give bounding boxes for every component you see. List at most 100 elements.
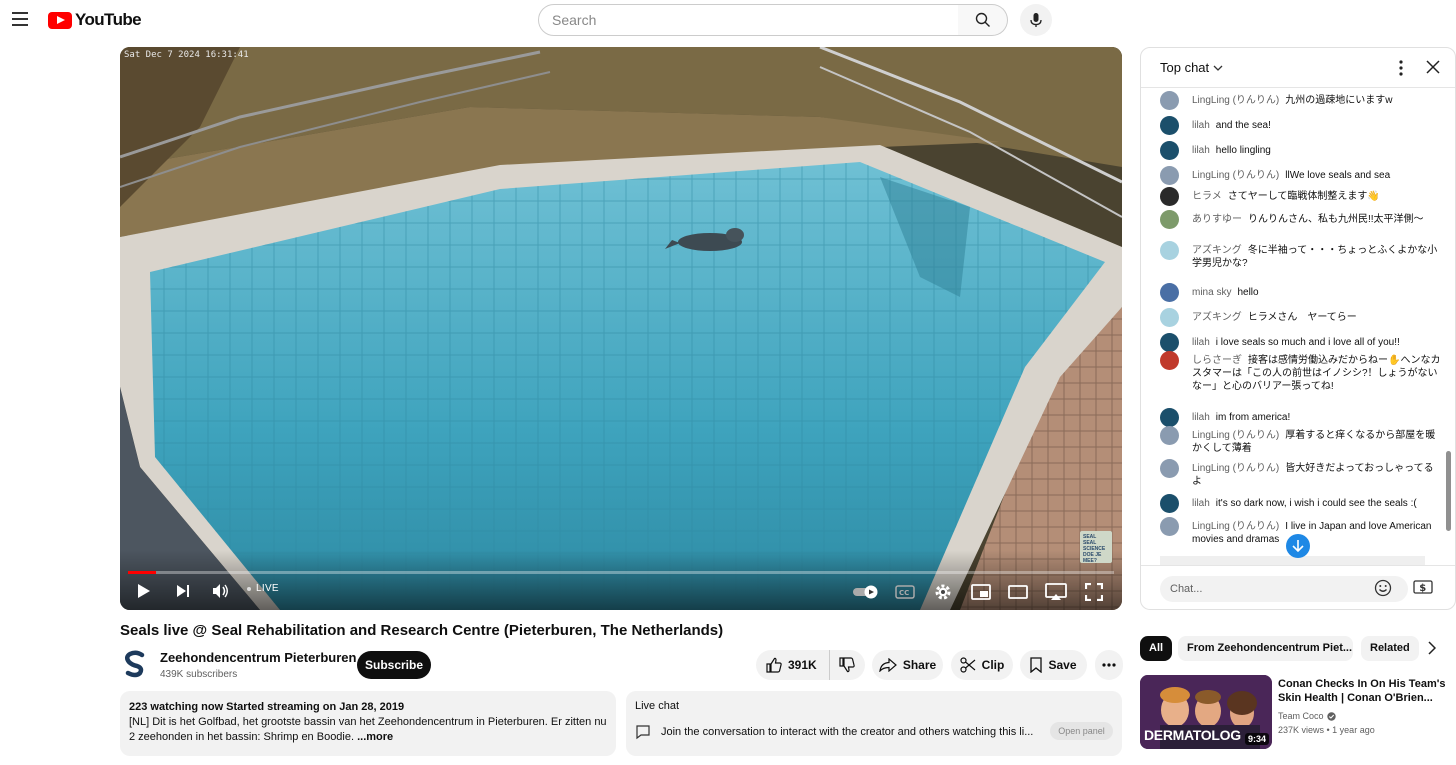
chat-message-body: lilah hello lingling <box>1192 144 1442 157</box>
super-chat-button[interactable]: $ <box>1413 579 1433 600</box>
chat-author-avatar[interactable] <box>1160 426 1179 445</box>
chat-author-avatar[interactable] <box>1160 351 1179 370</box>
video-player[interactable]: Sat Dec 7 2024 16:31:41 SEAL SEAL SCIENC… <box>120 47 1122 610</box>
chat-author-name[interactable]: アズキング <box>1192 245 1242 256</box>
chip-from-channel[interactable]: From Zeehondencentrum Piet... <box>1178 636 1353 661</box>
chat-menu-button[interactable] <box>1399 60 1403 81</box>
miniplayer-button[interactable] <box>971 584 991 600</box>
play-button[interactable] <box>137 583 151 599</box>
thumbs-down-icon <box>839 657 855 673</box>
share-button[interactable]: Share <box>872 650 943 680</box>
chat-input[interactable]: Chat... <box>1160 576 1408 602</box>
chat-message-body: lilah it's so dark now, i wish i could se… <box>1192 497 1442 510</box>
chat-author-avatar[interactable] <box>1160 408 1179 427</box>
chat-author-name[interactable]: lilah <box>1192 337 1210 348</box>
youtube-logo[interactable]: YouTube <box>48 10 142 30</box>
chat-author-avatar[interactable] <box>1160 517 1179 536</box>
chat-author-avatar[interactable] <box>1160 210 1179 229</box>
emoji-button[interactable] <box>1374 579 1392 602</box>
chat-author-name[interactable]: LingLing (りんりん) <box>1192 463 1279 474</box>
chat-author-name[interactable]: ヒラメ <box>1192 191 1222 202</box>
verified-icon <box>1326 711 1336 721</box>
recommendation-title[interactable]: Conan Checks In On His Team's Skin Healt… <box>1278 677 1450 705</box>
chip-all[interactable]: All <box>1140 636 1173 661</box>
emoji-icon <box>1374 579 1392 597</box>
channel-avatar[interactable] <box>120 649 150 679</box>
chat-author-avatar[interactable] <box>1160 241 1179 260</box>
chat-author-avatar[interactable] <box>1160 333 1179 352</box>
top-chat-label: Top chat <box>1160 60 1210 75</box>
chat-message-text: さてヤーして臨戦体制整えます👋 <box>1227 191 1380 202</box>
channel-watermark[interactable]: SEAL SEAL SCIENCE DOE JE MEE? <box>1080 531 1112 564</box>
clip-label: Clip <box>981 658 1005 672</box>
chat-header: Top chat <box>1141 48 1455 88</box>
top-chat-dropdown[interactable]: Top chat <box>1160 60 1223 75</box>
chat-author-avatar[interactable] <box>1160 166 1179 185</box>
chat-message-body: LingLing (りんりん) I live in Japan and love … <box>1192 520 1442 546</box>
captions-button[interactable]: CC <box>895 585 915 599</box>
like-dislike-group: 391K <box>756 650 865 680</box>
chat-author-name[interactable]: しらさーぎ <box>1192 355 1242 366</box>
chat-author-name[interactable]: LingLing (りんりん) <box>1192 170 1279 181</box>
chat-author-name[interactable]: アズキング <box>1192 312 1242 323</box>
chat-author-avatar[interactable] <box>1160 308 1179 327</box>
chat-author-name[interactable]: LingLing (りんりん) <box>1192 95 1279 106</box>
next-button[interactable] <box>176 584 190 598</box>
chat-author-avatar[interactable] <box>1160 141 1179 160</box>
recommendation-thumbnail[interactable]: DERMATOLOG 9:34 <box>1140 675 1272 749</box>
channel-name[interactable]: Zeehondencentrum Pieterburen <box>160 650 356 665</box>
search-input[interactable]: Search <box>538 4 959 36</box>
chat-author-avatar[interactable] <box>1160 459 1179 478</box>
chip-related[interactable]: Related <box>1361 636 1419 661</box>
open-panel-button[interactable]: Open panel <box>1050 722 1113 740</box>
chat-author-avatar[interactable] <box>1160 494 1179 513</box>
settings-button[interactable] <box>934 583 952 601</box>
autoplay-toggle[interactable] <box>852 585 880 599</box>
recommendation-channel[interactable]: Team Coco <box>1278 711 1336 721</box>
chat-author-name[interactable]: mina sky <box>1192 287 1231 298</box>
progress-bar[interactable] <box>128 571 1114 574</box>
menu-icon[interactable] <box>12 12 28 26</box>
voice-search-button[interactable] <box>1020 4 1052 36</box>
live-indicator[interactable]: LIVE <box>247 583 279 594</box>
like-button[interactable]: 391K <box>756 650 830 680</box>
chat-message-text: hello lingling <box>1215 145 1271 156</box>
chat-scrollbar[interactable] <box>1446 451 1451 531</box>
microphone-icon <box>1030 13 1042 27</box>
search-button[interactable] <box>958 4 1008 36</box>
cast-button[interactable] <box>1045 583 1067 601</box>
description-box[interactable]: 223 watching now Started streaming on Ja… <box>120 691 616 756</box>
chat-message-body: LingLing (りんりん) 厚着すると痒くなるから部屋を暖かくして薄着 <box>1192 429 1442 455</box>
chat-author-name[interactable]: LingLing (りんりん) <box>1192 430 1279 441</box>
chat-author-name[interactable]: lilah <box>1192 412 1210 423</box>
close-chat-button[interactable] <box>1425 59 1441 80</box>
chat-author-avatar[interactable] <box>1160 283 1179 302</box>
chips-next-button[interactable] <box>1428 641 1437 660</box>
chat-author-avatar[interactable] <box>1160 187 1179 206</box>
live-chat-card: Live chat Join the conversation to inter… <box>626 691 1122 756</box>
svg-text:$: $ <box>1419 583 1426 594</box>
chat-author-name[interactable]: LingLing (りんりん) <box>1192 521 1279 532</box>
play-icon <box>138 584 150 598</box>
chat-author-name[interactable]: lilah <box>1192 498 1210 509</box>
chat-message-body: LingLing (りんりん) 九州の過疎地にいますw <box>1192 94 1442 107</box>
bookmark-icon <box>1030 657 1043 673</box>
chat-author-avatar[interactable] <box>1160 91 1179 110</box>
theater-mode-button[interactable] <box>1008 585 1028 599</box>
chevron-right-icon <box>1428 641 1437 655</box>
chat-author-avatar[interactable] <box>1160 116 1179 135</box>
description-more-link[interactable]: ...more <box>357 731 393 743</box>
scroll-to-bottom-button[interactable] <box>1286 534 1310 558</box>
dislike-button[interactable] <box>830 650 864 680</box>
save-button[interactable]: Save <box>1020 650 1087 680</box>
live-label: LIVE <box>256 583 279 594</box>
fullscreen-button[interactable] <box>1085 583 1103 601</box>
more-actions-button[interactable] <box>1095 650 1123 680</box>
chat-author-name[interactable]: lilah <box>1192 145 1210 156</box>
chat-author-name[interactable]: lilah <box>1192 120 1210 131</box>
clip-button[interactable]: Clip <box>951 650 1013 680</box>
chat-author-name[interactable]: ありすゆー <box>1192 214 1242 225</box>
chat-message-body: LingLing (りんりん) 皆大好きだよっておっしゃってるよ <box>1192 462 1442 488</box>
volume-button[interactable] <box>212 583 229 599</box>
subscribe-button[interactable]: Subscribe <box>357 651 431 679</box>
